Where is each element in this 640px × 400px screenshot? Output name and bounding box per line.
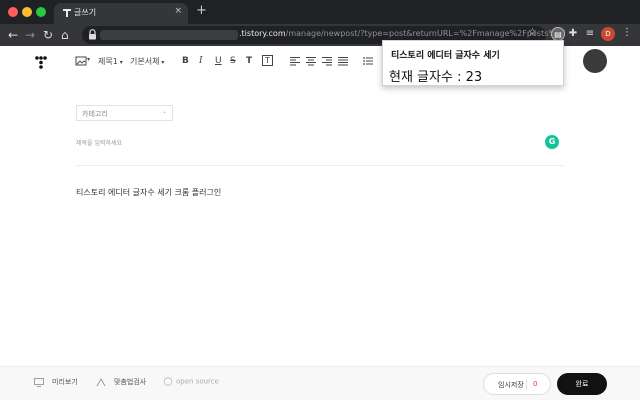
tab-strip: 글쓰기 × + bbox=[0, 0, 640, 24]
url-text: .tistory.com/manage/newpost/?type=post&r… bbox=[239, 29, 566, 38]
reload-icon[interactable]: ↻ bbox=[43, 27, 53, 43]
profile-avatar[interactable]: D bbox=[601, 27, 615, 41]
user-avatar[interactable] bbox=[583, 49, 607, 73]
spellcheck-icon bbox=[96, 377, 106, 386]
new-tab-button[interactable]: + bbox=[196, 3, 207, 18]
category-label: 카테고리 bbox=[82, 110, 108, 118]
align-center-icon[interactable] bbox=[305, 55, 317, 67]
reading-list-icon[interactable]: ≡ bbox=[583, 27, 597, 41]
post-content[interactable]: 티스토리 에디터 글자수 세기 크롬 플러그인 bbox=[76, 187, 221, 198]
save-draft-separator bbox=[526, 379, 527, 390]
word-count-extension-icon[interactable]: ▤ bbox=[551, 27, 565, 41]
forward-icon[interactable]: → bbox=[25, 27, 35, 43]
open-source-icon bbox=[163, 377, 173, 386]
heading-label: 제목1 bbox=[98, 57, 118, 66]
lock-icon bbox=[89, 29, 96, 40]
word-count-popup: 티스토리 에디터 글자수 세기 현재 글자수 : 23 bbox=[382, 40, 564, 86]
preview-button[interactable]: 미리보기 bbox=[34, 377, 78, 387]
open-source-link[interactable]: open source bbox=[163, 377, 219, 386]
chevron-down-icon: ⌄ bbox=[161, 108, 167, 115]
preview-label: 미리보기 bbox=[52, 378, 78, 386]
align-left-icon[interactable] bbox=[289, 55, 301, 67]
heading-select[interactable]: 제목1 ▾ bbox=[98, 56, 123, 67]
popup-title: 티스토리 에디터 글자수 세기 bbox=[391, 51, 500, 61]
grammarly-icon[interactable]: G bbox=[545, 135, 559, 149]
title-divider bbox=[76, 165, 564, 166]
tistory-logo-icon[interactable] bbox=[34, 55, 48, 69]
bold-button[interactable]: B bbox=[182, 56, 189, 66]
image-icon[interactable] bbox=[75, 55, 87, 67]
tab-title: 글쓰기 bbox=[74, 8, 97, 17]
image-dropdown-icon[interactable]: ▾ bbox=[87, 56, 90, 63]
save-draft-button[interactable]: 임시저장 0 bbox=[483, 373, 551, 395]
maximize-window-button[interactable] bbox=[36, 7, 46, 17]
publish-button[interactable]: 완료 bbox=[557, 373, 607, 395]
close-window-button[interactable] bbox=[8, 7, 18, 17]
italic-button[interactable]: I bbox=[199, 56, 203, 66]
minimize-window-button[interactable] bbox=[22, 7, 32, 17]
popup-count: 현재 글자수 : 23 bbox=[389, 70, 483, 85]
post-title-input[interactable] bbox=[76, 136, 546, 150]
font-select[interactable]: 기본서체 ▾ bbox=[130, 56, 164, 67]
url-host: .tistory.com bbox=[239, 29, 286, 38]
home-icon[interactable]: ⌂ bbox=[61, 27, 69, 43]
align-justify-icon[interactable] bbox=[337, 55, 349, 67]
font-label: 기본서체 bbox=[130, 57, 160, 66]
category-select[interactable]: 카테고리 ⌄ bbox=[76, 105, 173, 121]
url-path: /manage/newpost/?type=post&returnURL=%2F… bbox=[285, 29, 566, 38]
spellcheck-button[interactable]: 맞춤법검사 bbox=[96, 377, 146, 387]
strikethrough-button[interactable]: S bbox=[230, 56, 236, 66]
editor-footer: 미리보기 맞춤법검사 open source 임시저장 0 완료 bbox=[0, 366, 640, 400]
save-draft-label: 임시저장 bbox=[498, 381, 524, 389]
underline-button[interactable]: U bbox=[215, 56, 222, 66]
bookmark-star-icon[interactable]: ☆ bbox=[528, 27, 537, 38]
align-right-icon[interactable] bbox=[321, 55, 333, 67]
tab-close-icon[interactable]: × bbox=[174, 6, 182, 16]
spellcheck-label: 맞춤법검사 bbox=[114, 378, 147, 386]
kebab-menu-icon[interactable]: ⋮ bbox=[622, 27, 632, 38]
text-background-button[interactable]: T bbox=[262, 55, 273, 66]
bulleted-list-icon[interactable] bbox=[362, 55, 374, 67]
browser-tab[interactable]: 글쓰기 × bbox=[54, 3, 188, 24]
tistory-favicon-icon bbox=[63, 9, 71, 17]
monitor-icon bbox=[34, 377, 44, 387]
back-icon[interactable]: ← bbox=[8, 27, 18, 43]
text-color-button[interactable]: T bbox=[246, 56, 252, 66]
browser-window: 글쓰기 × + ← → ↻ ⌂ .tistory.com/manage/newp… bbox=[0, 0, 640, 400]
open-source-label: open source bbox=[176, 377, 219, 386]
puzzle-icon[interactable]: ✚ bbox=[566, 27, 580, 41]
redacted-url-segment bbox=[100, 30, 238, 40]
draft-count-badge[interactable]: 0 bbox=[533, 380, 537, 388]
